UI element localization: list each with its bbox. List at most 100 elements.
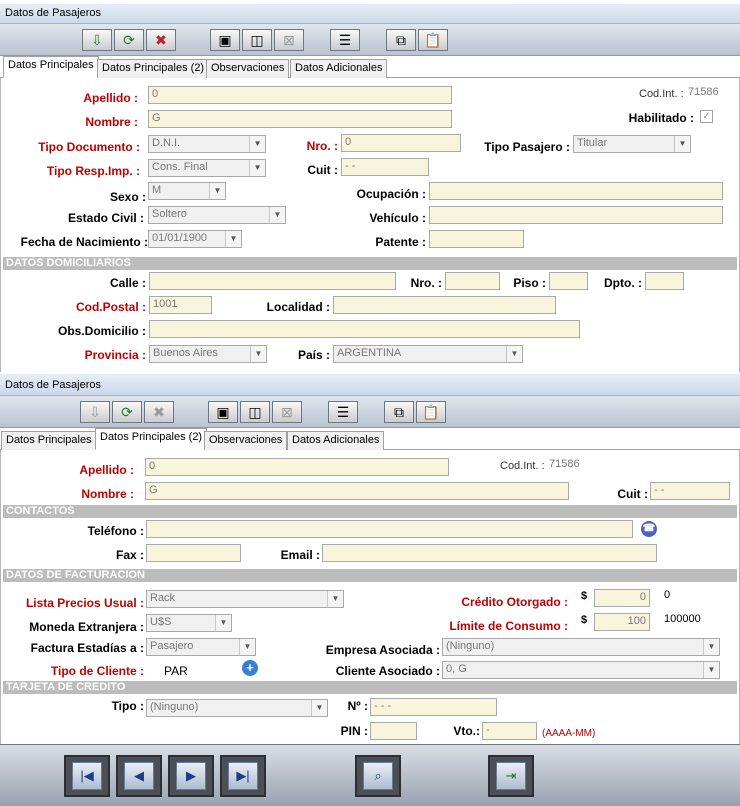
save-copy-icon[interactable]: ◫ <box>240 401 270 423</box>
vto-label: Vto.: <box>453 724 480 738</box>
delete-icon[interactable]: ✖ <box>144 401 174 423</box>
save-icon[interactable]: ▣ <box>210 29 240 51</box>
nro2-field[interactable] <box>445 272 500 290</box>
import-icon[interactable]: ⇩ <box>80 401 110 423</box>
previous-record-button[interactable]: ◀ <box>116 755 162 797</box>
delete-icon[interactable]: ✖ <box>146 29 176 51</box>
credito-currency: $ <box>581 590 588 602</box>
chevron-down-icon: ▼ <box>674 136 690 152</box>
localidad-field[interactable] <box>333 296 556 314</box>
next-record-button[interactable]: ▶ <box>168 755 214 797</box>
tipo-documento-label: Tipo Documento : <box>38 140 140 154</box>
cod-postal-field[interactable]: 1001 <box>149 296 212 314</box>
tab-datos-principales-2[interactable]: Datos Principales (2) <box>97 59 210 78</box>
save-copy-icon[interactable]: ◫ <box>242 29 272 51</box>
estado-civil-label: Estado Civil : <box>67 211 144 225</box>
telefono-field[interactable] <box>146 520 633 538</box>
copy-icon[interactable]: ⧉ <box>386 29 416 51</box>
notes-icon[interactable]: ☰ <box>330 29 360 51</box>
cuit-label: Cuit : <box>617 487 648 501</box>
tipo-resp-select[interactable]: Cons. Final ▼ <box>148 159 266 177</box>
tab-datos-adicionales[interactable]: Datos Adicionales <box>290 59 388 78</box>
nombre-field[interactable]: G <box>145 482 569 500</box>
patente-field[interactable] <box>429 230 524 248</box>
phone-icon[interactable]: ☎ <box>641 521 657 537</box>
cuit-field[interactable]: - - <box>341 158 429 176</box>
estado-civil-select[interactable]: Soltero ▼ <box>148 206 286 224</box>
empresa-asociada-label: Empresa Asociada : <box>325 643 440 657</box>
fax-field[interactable] <box>146 544 241 562</box>
factura-estadias-select[interactable]: Pasajero ▼ <box>146 638 256 656</box>
nro2-label: Nro. : <box>410 276 442 290</box>
add-icon[interactable]: + <box>242 660 258 676</box>
tab-observaciones[interactable]: Observaciones <box>204 431 288 450</box>
nombre-label: Nombre : <box>81 487 134 501</box>
fecha-nacimiento-picker[interactable]: 01/01/1900 ▼ <box>148 230 242 248</box>
copy-icon[interactable]: ⧉ <box>384 401 414 423</box>
pais-select[interactable]: ARGENTINA ▼ <box>333 345 523 363</box>
tab-datos-principales[interactable]: Datos Principales <box>1 431 97 450</box>
apellido-field[interactable]: 0 <box>148 86 452 104</box>
notes-icon[interactable]: ☰ <box>328 401 358 423</box>
obs-domicilio-label: Obs.Domicilio : <box>57 324 146 338</box>
first-icon: |◀ <box>72 762 102 790</box>
apellido-field[interactable]: 0 <box>145 458 449 476</box>
import-icon[interactable]: ⇩ <box>82 29 112 51</box>
close-record-icon[interactable]: ⊠ <box>272 401 302 423</box>
tipo-tarjeta-select[interactable]: (Ninguno) ▼ <box>146 699 328 717</box>
tipo-documento-select[interactable]: D.N.I. ▼ <box>148 135 266 153</box>
ocupacion-field[interactable] <box>429 182 723 200</box>
first-record-button[interactable]: |◀ <box>64 755 110 797</box>
exit-door-icon: ⇥ <box>496 762 526 790</box>
sexo-label: Sexo : <box>109 190 146 204</box>
pais-value: ARGENTINA <box>337 347 402 359</box>
habilitado-checkbox[interactable]: ✓ <box>700 110 713 123</box>
email-field[interactable] <box>322 544 657 562</box>
tipo-documento-value: D.N.I. <box>152 137 181 149</box>
apellido-label: Apellido : <box>79 463 134 477</box>
search-button[interactable]: ⌕ <box>355 755 401 797</box>
tab-observaciones[interactable]: Observaciones <box>206 59 290 78</box>
obs-domicilio-field[interactable] <box>149 320 580 338</box>
cuit-field[interactable]: - - <box>650 482 730 500</box>
chevron-down-icon: ▼ <box>269 207 285 223</box>
close-record-icon[interactable]: ⊠ <box>274 29 304 51</box>
lista-precios-select[interactable]: Rack ▼ <box>146 590 344 608</box>
credito-otorgado-field[interactable]: 0 <box>594 589 650 607</box>
vehiculo-field[interactable] <box>429 206 723 224</box>
tipo-pasajero-label: Tipo Pasajero : <box>484 140 570 154</box>
piso-label: Piso : <box>513 276 546 290</box>
vto-field[interactable]: - <box>482 722 537 740</box>
tab-datos-principales-2[interactable]: Datos Principales (2) <box>95 428 208 450</box>
tab-datos-principales[interactable]: Datos Principales <box>3 56 99 78</box>
paste-icon[interactable]: 📋 <box>418 29 448 51</box>
save-icon[interactable]: ▣ <box>208 401 238 423</box>
calle-field[interactable] <box>149 272 396 290</box>
dpto-field[interactable] <box>645 272 684 290</box>
cliente-asociado-select[interactable]: 0, G ▼ <box>442 661 720 679</box>
chevron-down-icon: ▼ <box>506 346 522 362</box>
pin-field[interactable] <box>370 722 417 740</box>
nro-field[interactable]: 0 <box>341 134 461 152</box>
nombre-field[interactable]: G <box>148 110 452 128</box>
previous-icon: ◀ <box>124 762 154 790</box>
nombre-label: Nombre : <box>85 115 138 129</box>
piso-field[interactable] <box>549 272 588 290</box>
limite-consumo-value: 100000 <box>664 613 701 625</box>
limite-consumo-field[interactable]: 100 <box>594 613 650 631</box>
sexo-select[interactable]: M ▼ <box>148 182 226 200</box>
exit-button[interactable]: ⇥ <box>488 755 534 797</box>
provincia-select[interactable]: Buenos Aires ▼ <box>149 345 267 363</box>
moneda-extranjera-select[interactable]: U$S ▼ <box>146 614 232 632</box>
tab-datos-adicionales[interactable]: Datos Adicionales <box>287 431 385 450</box>
last-record-button[interactable]: ▶| <box>220 755 266 797</box>
telefono-label: Teléfono : <box>87 524 144 538</box>
refresh-icon[interactable]: ⟳ <box>114 29 144 51</box>
empresa-asociada-select[interactable]: (Ninguno) ▼ <box>442 638 720 656</box>
email-label: Email : <box>280 548 320 562</box>
nro-tarjeta-field[interactable]: - - - <box>370 698 497 716</box>
refresh-icon[interactable]: ⟳ <box>112 401 142 423</box>
paste-icon[interactable]: 📋 <box>416 401 446 423</box>
tipo-pasajero-select[interactable]: Titular ▼ <box>573 135 691 153</box>
tipo-tarjeta-label: Tipo : <box>111 699 144 713</box>
